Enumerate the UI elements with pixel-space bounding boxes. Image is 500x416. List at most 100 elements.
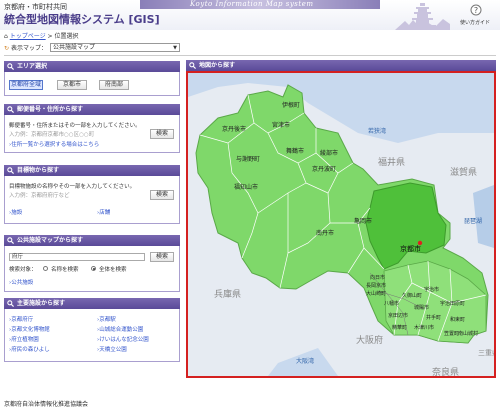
map-label: 井手町 [426, 314, 441, 321]
breadcrumb-home-link[interactable]: トップページ [10, 33, 46, 40]
map-label: 和束町 [450, 316, 465, 323]
map-label: 大阪湾 [296, 357, 314, 365]
facility-panel-title: 公共施設マップから探す [17, 237, 84, 244]
map-label: 福井県 [378, 156, 405, 168]
radio-search-name[interactable] [43, 266, 48, 271]
home-icon: ⌂ [4, 33, 8, 40]
main-facility-link[interactable]: 府民の森ひよし [9, 345, 50, 353]
public-facility-link[interactable]: 公共施設 [9, 278, 33, 286]
map-label: 与謝野町 [236, 155, 260, 163]
search-icon [7, 167, 14, 174]
postal-panel-header: 郵便番号・住所から探す [4, 104, 180, 115]
footer-text: 京都府自治体情報化推進協議会 [4, 401, 89, 408]
store-link[interactable]: 店舗 [97, 208, 110, 216]
search-icon [7, 237, 14, 244]
area-panel-body: 京都府全域 京都市 府南部 [4, 72, 180, 96]
main-facility-link[interactable]: 天橋立公園 [97, 345, 127, 353]
map-label: 大阪府 [356, 334, 383, 346]
map-label: 木津川市 [414, 324, 434, 331]
map-label: 長岡京市 [366, 282, 386, 289]
map-label: 京丹波町 [312, 165, 336, 173]
main-facility-link[interactable]: 京都文化博物館 [9, 325, 50, 333]
map-label: 亀岡市 [354, 217, 372, 225]
map-label: 大山崎町 [366, 290, 386, 297]
map-icon: ↻ [4, 45, 10, 52]
landmark-panel-header: 目標物から探す [4, 165, 180, 176]
main-facility-panel-body: 京都府庁 京都駅 京都文化博物館 山城総合運動公園 府立植物園 けいはんな記念公… [4, 309, 180, 362]
landmark-input[interactable]: 入力例：京都府府庁など [9, 191, 70, 199]
main-facility-link[interactable]: 山城総合運動公園 [97, 325, 143, 333]
map-label: 兵庫県 [214, 288, 241, 300]
search-icon [189, 62, 196, 69]
landmark-search-button[interactable]: 検索 [150, 190, 174, 200]
map-select-label-wrap: ↻ 表示マップ： [4, 43, 47, 52]
map-label: 精華町 [392, 324, 407, 331]
map-label: 笠置町 [444, 330, 459, 337]
breadcrumb: ⌂ トップページ > 位置選択 [4, 31, 78, 40]
map-label: 八幡市 [384, 300, 399, 307]
map-label: 若狭湾 [368, 127, 386, 135]
main-facility-panel-header: 主要施設から探す [4, 298, 180, 309]
postal-search-button[interactable]: 検索 [150, 129, 174, 139]
postal-panel-body: 郵便番号・住所またはその一部を入力してください。 入力例：京都府京都市○○区○○… [4, 115, 180, 153]
landmark-description: 目標物施設の名称やその一部を入力してください。 [9, 184, 136, 190]
search-icon [7, 300, 14, 307]
postal-panel-title: 郵便番号・住所から探す [17, 106, 84, 113]
map-select-dropdown[interactable]: 公共施設マップ ▼ [50, 43, 180, 52]
radio-search-all[interactable] [91, 266, 96, 271]
map-svg[interactable]: 伊根町 京丹後市 宮津市 与謝野町 舞鶴市 綾部市 福知山市 京丹波町 南丹市 … [188, 73, 494, 376]
map-label: 京都市 [400, 244, 421, 253]
map-label: 伊根町 [282, 101, 300, 109]
map-label: 南山城村 [458, 330, 478, 337]
svg-text:?: ? [474, 6, 478, 15]
main-facility-link[interactable]: けいはんな記念公園 [97, 335, 149, 343]
map-label: 久御山町 [402, 292, 422, 299]
map-label: 宇治田原町 [440, 300, 465, 307]
kyoto-map[interactable]: 伊根町 京丹後市 宮津市 与謝野町 舞鶴市 綾部市 福知山市 京丹波町 南丹市 … [186, 71, 496, 378]
map-label: 宮津市 [272, 121, 290, 129]
map-label: 南丹市 [316, 229, 334, 237]
divider [4, 55, 496, 56]
facility-panel-header: 公共施設マップから探す [4, 235, 180, 246]
map-select-value: 公共施設マップ [53, 44, 96, 51]
map-label: 城陽市 [414, 304, 429, 311]
help-guide-icon[interactable]: ? [470, 4, 482, 16]
site-title[interactable]: 統合型地図情報システム [GIS] [4, 11, 160, 27]
address-list-link[interactable]: 住所一覧から選択する場合はこちら [9, 140, 99, 148]
help-guide-label[interactable]: 使い方ガイド [460, 19, 490, 26]
area-button-kyoto-city[interactable]: 京都市 [57, 80, 87, 90]
map-select-label: 表示マップ： [10, 45, 47, 52]
facility-search-button[interactable]: 検索 [150, 252, 174, 262]
header: Koyto Information Map system 京都府・市町村共同 統… [0, 0, 500, 30]
area-button-all[interactable]: 京都府全域 [9, 80, 43, 90]
main-facility-link[interactable]: 京都駅 [97, 315, 116, 323]
search-icon [7, 63, 14, 70]
postal-description: 郵便番号・住所またはその一部を入力してください。 [9, 123, 141, 129]
postal-input[interactable]: 入力例：京都府京都市○○区○○町 [9, 130, 94, 138]
radio-search-all-label: 全体を検索 [99, 267, 127, 273]
banner-text: Koyto Information Map system [190, 0, 314, 8]
map-label: 京丹後市 [222, 125, 246, 133]
search-target-label: 検索対象： [9, 267, 37, 273]
area-panel-title: エリア選択 [17, 63, 48, 70]
area-button-south[interactable]: 府南部 [99, 80, 129, 90]
map-label: 綾部市 [320, 149, 338, 157]
map-label: 京田辺市 [388, 312, 408, 319]
facility-link[interactable]: 施設 [9, 208, 22, 216]
facility-search-input[interactable]: 府庁 [9, 253, 145, 261]
map-label: 琵琶湖 [464, 217, 482, 225]
main-facility-panel-title: 主要施設から探す [17, 300, 66, 307]
map-label: 奈良県 [432, 366, 459, 376]
pagoda-illustration-icon [395, 3, 450, 30]
map-label: 福知山市 [234, 183, 258, 191]
landmark-panel-body: 目標物施設の名称やその一部を入力してください。 入力例：京都府府庁など 検索 施… [4, 176, 180, 224]
landmark-panel-title: 目標物から探す [17, 167, 60, 174]
map-panel-header: 地図から探す [186, 60, 496, 71]
main-facility-link[interactable]: 京都府庁 [9, 315, 33, 323]
radio-search-name-label: 名称を検索 [51, 267, 79, 273]
main-facility-link[interactable]: 府立植物園 [9, 335, 39, 343]
search-icon [7, 106, 14, 113]
map-label: 舞鶴市 [286, 147, 304, 155]
area-panel-header: エリア選択 [4, 61, 180, 72]
breadcrumb-current: 位置選択 [54, 33, 79, 40]
